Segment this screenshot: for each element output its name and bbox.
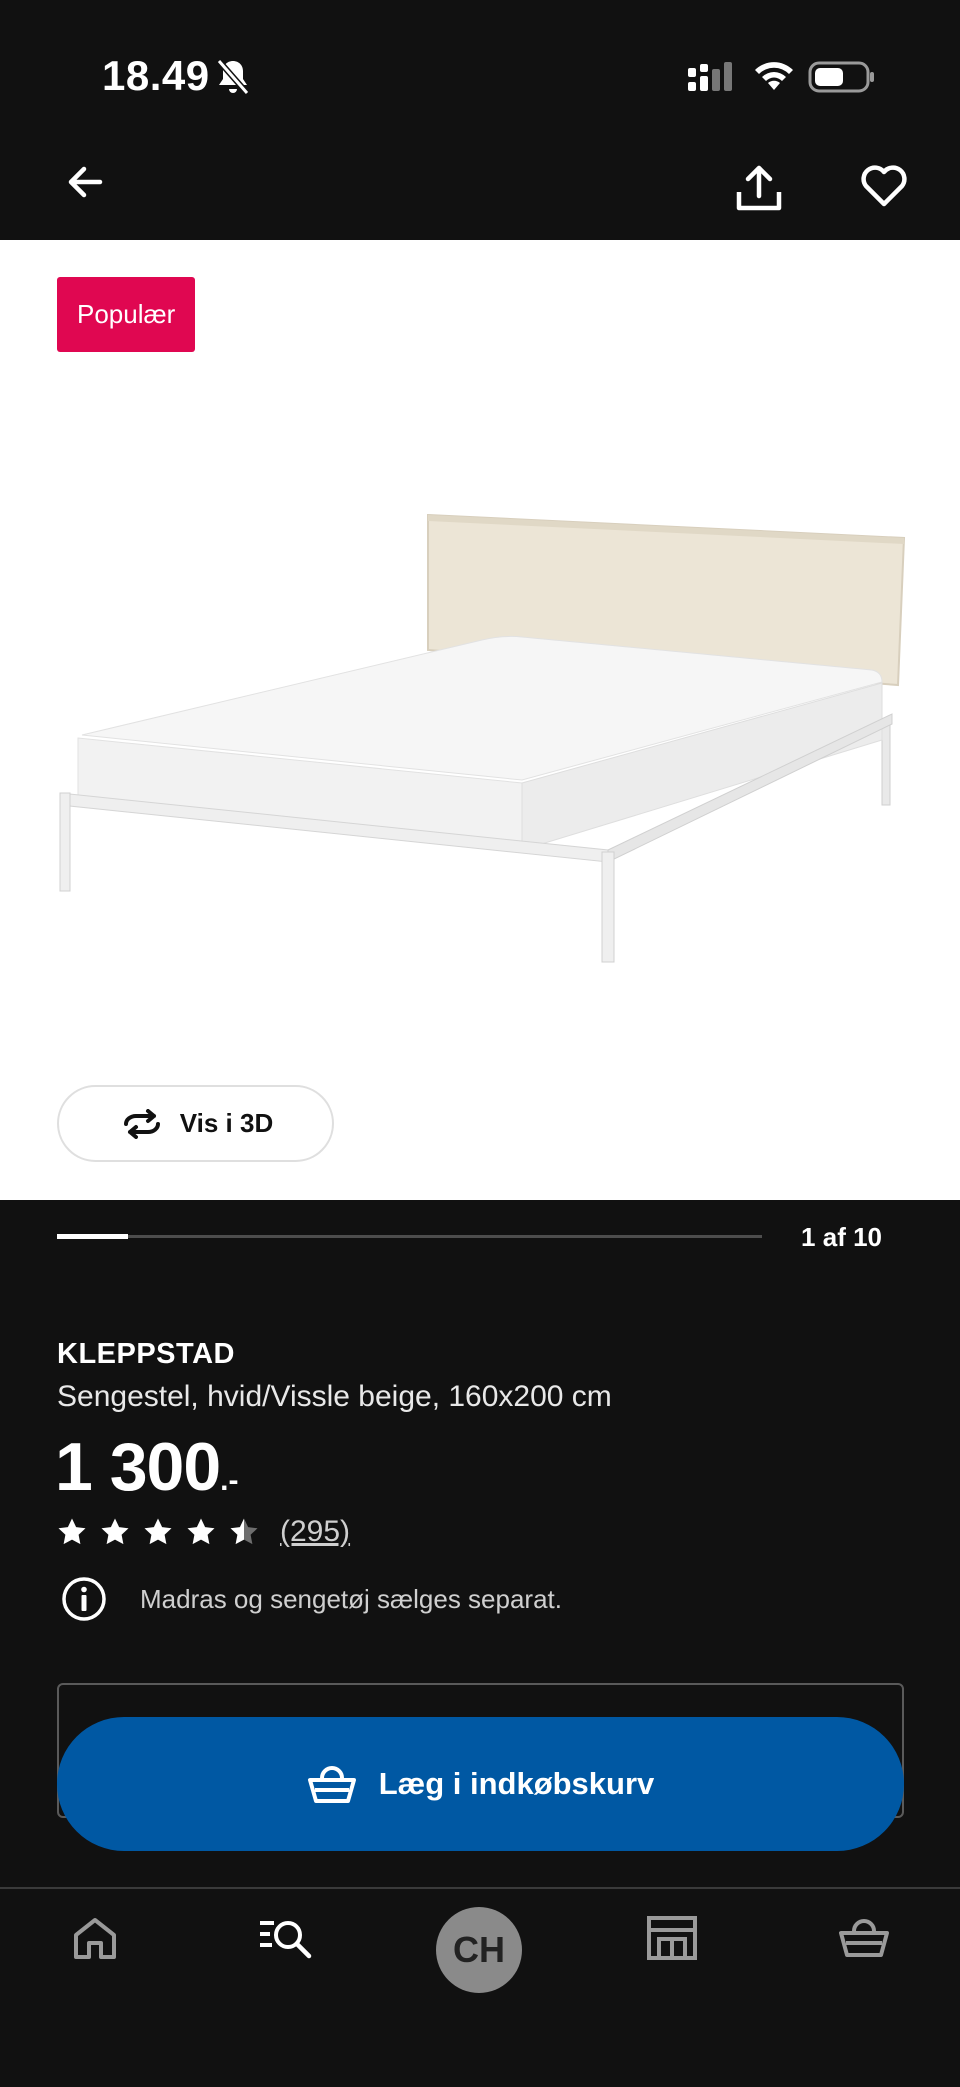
star-half-icon xyxy=(230,1518,258,1545)
product-name: KLEPPSTAD xyxy=(57,1338,235,1370)
rotate-3d-icon xyxy=(123,1108,160,1139)
back-arrow-icon[interactable] xyxy=(60,155,114,209)
popular-badge: Populær xyxy=(57,277,196,352)
rating-stars xyxy=(57,1517,259,1547)
gallery-counter: 1 af 10 xyxy=(801,1222,882,1252)
star-full-icon xyxy=(58,1518,86,1545)
signal-icon xyxy=(688,62,732,91)
wifi-icon xyxy=(755,62,793,90)
cart-icon[interactable] xyxy=(838,1915,890,1961)
info-icon xyxy=(62,1577,106,1621)
product-image[interactable] xyxy=(52,500,912,970)
share-icon[interactable] xyxy=(730,160,788,218)
product-page: 18.49 Populær Vis i 3D 1 af 10 KLEPPSTAD… xyxy=(0,0,960,2087)
add-to-cart-button[interactable]: Læg i indkøbskurv xyxy=(57,1717,904,1851)
status-bar: 18.49 xyxy=(0,0,960,150)
view-3d-label: Vis i 3D xyxy=(179,1108,274,1138)
gallery-progress xyxy=(57,1234,762,1239)
heart-icon[interactable] xyxy=(858,160,910,210)
review-count-link[interactable]: (295) xyxy=(280,1515,350,1549)
info-note: Madras og sengetøj sælges separat. xyxy=(60,1575,562,1623)
star-full-icon xyxy=(187,1518,215,1545)
star-full-icon xyxy=(144,1518,172,1545)
price-amount: 1 300 xyxy=(55,1429,221,1505)
search-icon[interactable] xyxy=(258,1915,314,1961)
gallery-progress-fill xyxy=(57,1234,128,1239)
profile-avatar[interactable]: CH xyxy=(436,1907,522,1993)
battery-icon xyxy=(808,61,874,93)
add-to-cart-label: Læg i indkøbskurv xyxy=(378,1766,655,1801)
price-suffix: .- xyxy=(220,1464,239,1497)
product-description: Sengestel, hvid/Vissle beige, 160x200 cm xyxy=(57,1380,612,1413)
star-full-icon xyxy=(101,1518,129,1545)
basket-icon xyxy=(307,1766,356,1803)
product-price: 1 300.- xyxy=(55,1428,239,1506)
bell-off-icon xyxy=(216,59,250,95)
home-icon[interactable] xyxy=(72,1915,118,1961)
view-3d-button[interactable]: Vis i 3D xyxy=(57,1085,334,1162)
store-icon[interactable] xyxy=(646,1915,698,1961)
status-time: 18.49 xyxy=(102,52,210,99)
info-note-text: Madras og sengetøj sælges separat. xyxy=(140,1583,562,1614)
rating-row[interactable]: (295) xyxy=(57,1515,350,1549)
